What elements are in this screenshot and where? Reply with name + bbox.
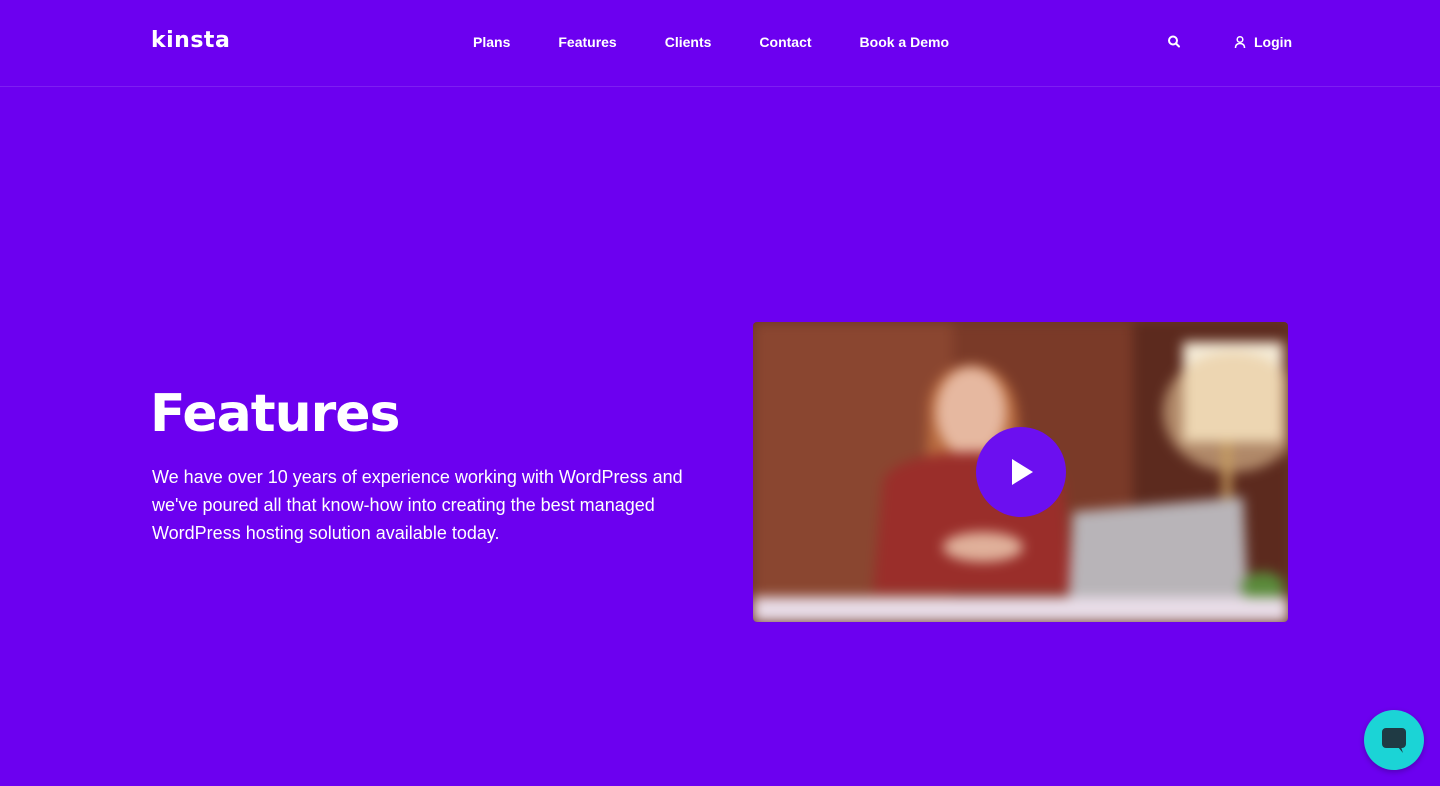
nav-item-plans[interactable]: Plans bbox=[473, 32, 510, 52]
play-button[interactable] bbox=[976, 427, 1066, 517]
login-label: Login bbox=[1254, 34, 1293, 50]
nav-item-features[interactable]: Features bbox=[558, 32, 616, 52]
search-icon bbox=[1168, 35, 1180, 48]
site-header: kinsta Plans Features Clients Contact Bo… bbox=[0, 0, 1440, 87]
search-button[interactable] bbox=[1167, 34, 1181, 50]
nav-item-contact[interactable]: Contact bbox=[759, 32, 811, 52]
hero-description: We have over 10 years of experience work… bbox=[152, 467, 683, 543]
page-title: Features bbox=[150, 384, 401, 444]
nav-item-clients[interactable]: Clients bbox=[665, 32, 712, 52]
chat-button[interactable] bbox=[1364, 710, 1424, 770]
intro-video[interactable] bbox=[753, 322, 1288, 622]
main-nav: Plans Features Clients Contact Book a De… bbox=[473, 32, 949, 52]
nav-item-book-a-demo[interactable]: Book a Demo bbox=[860, 32, 949, 52]
chat-icon bbox=[1382, 728, 1406, 753]
login-button[interactable]: Login bbox=[1233, 32, 1292, 52]
play-icon bbox=[1012, 459, 1033, 485]
user-icon bbox=[1234, 35, 1246, 49]
kinsta-logo[interactable]: kinsta bbox=[151, 29, 230, 53]
